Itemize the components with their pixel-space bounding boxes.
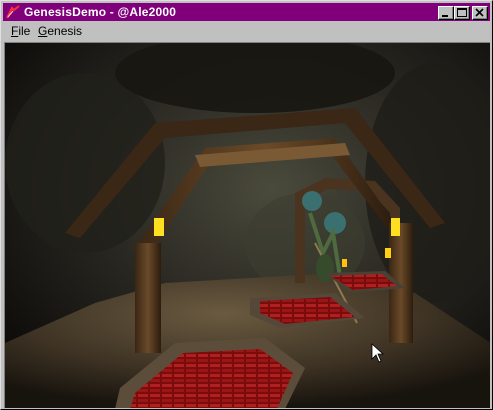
title-bar[interactable]: GenesisDemo - @Ale2000 <box>3 3 490 21</box>
menu-file[interactable]: File <box>9 24 32 38</box>
maximize-icon <box>457 8 467 17</box>
window-title: GenesisDemo - @Ale2000 <box>24 5 177 19</box>
maximize-button[interactable] <box>454 6 470 20</box>
minimize-button[interactable] <box>438 6 454 20</box>
minimize-icon <box>442 15 448 17</box>
lamp-left <box>154 218 164 236</box>
menu-bar: File Genesis <box>3 22 490 41</box>
3d-render-viewport[interactable] <box>4 42 490 408</box>
close-button[interactable] <box>472 6 488 20</box>
lamp-right <box>391 218 400 236</box>
genesis-app-icon[interactable] <box>6 5 20 19</box>
app-window: GenesisDemo - @Ale2000 File Genesis <box>0 0 493 410</box>
menu-genesis[interactable]: Genesis <box>36 24 84 38</box>
close-icon <box>475 8 484 17</box>
3d-cave-scene <box>5 43 490 408</box>
